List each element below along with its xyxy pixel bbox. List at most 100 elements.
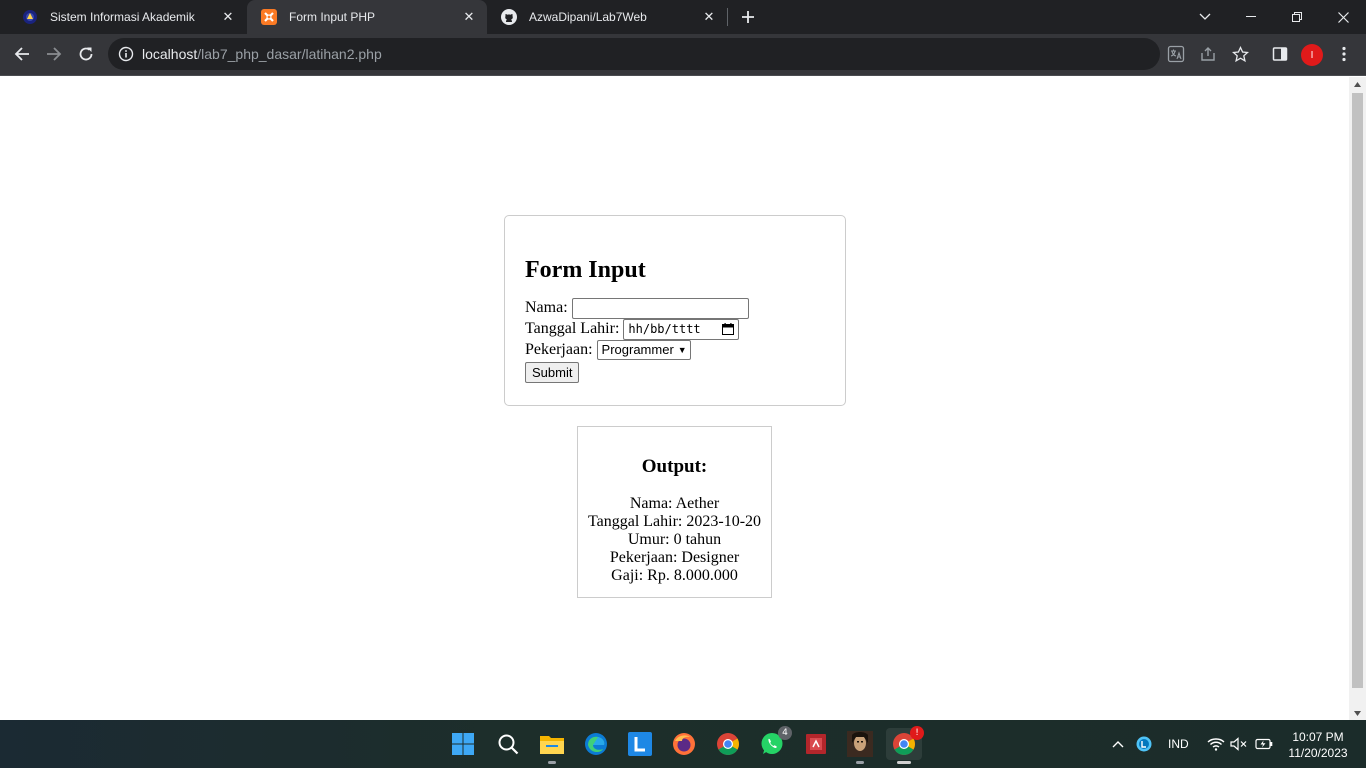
clock-date: 11/20/2023 xyxy=(1288,746,1348,760)
side-panel-icon xyxy=(1272,47,1288,61)
star-icon xyxy=(1231,45,1249,62)
running-indicator xyxy=(856,761,864,764)
share-icon xyxy=(1201,47,1215,61)
launcher-l-button[interactable] xyxy=(624,728,656,760)
pekerjaan-select[interactable]: Programmer ▼ xyxy=(596,340,691,360)
address-bar[interactable]: localhost/lab7_php_dasar/latihan2.php xyxy=(108,38,1160,70)
github-icon xyxy=(501,9,517,25)
tab-separator xyxy=(727,8,728,26)
speaker-muted-icon xyxy=(1230,737,1247,751)
new-tab-button[interactable] xyxy=(737,6,759,28)
bookmark-button[interactable] xyxy=(1228,42,1252,66)
pdf-reader-button[interactable] xyxy=(800,728,832,760)
close-icon xyxy=(1337,11,1349,23)
whatsapp-button[interactable]: 4 xyxy=(756,726,792,760)
language-indicator[interactable]: IND xyxy=(1168,720,1189,768)
output-container: Output: Nama: Aether Tanggal Lahir: 2023… xyxy=(577,426,772,598)
scrollbar-thumb[interactable] xyxy=(1352,93,1363,688)
restore-button[interactable] xyxy=(1274,0,1320,34)
chrome-badge: ! xyxy=(910,726,924,740)
nama-row: Nama: xyxy=(525,297,825,319)
active-indicator xyxy=(897,761,911,764)
translate-button[interactable] xyxy=(1164,42,1188,66)
page-viewport: Form Input Nama: Tanggal Lahir: hh/bb/tt… xyxy=(0,77,1349,720)
pekerjaan-label: Pekerjaan: xyxy=(525,341,593,358)
output-tanggal-lahir: Tanggal Lahir: 2023-10-20 xyxy=(587,513,762,530)
menu-button[interactable] xyxy=(1332,42,1356,66)
url-path: /lab7_php_dasar/latihan2.php xyxy=(197,46,382,62)
launcher-l-icon xyxy=(628,732,652,756)
submit-row: Submit xyxy=(525,361,825,383)
url-text: localhost/lab7_php_dasar/latihan2.php xyxy=(142,46,382,62)
taskbar: 4 ! IND 10:07 PM 11/20/2023 xyxy=(0,720,1366,768)
start-button[interactable] xyxy=(447,728,479,760)
tab-github-lab7web[interactable]: AzwaDipani/Lab7Web ✕ xyxy=(487,0,727,34)
chevron-down-icon xyxy=(1199,13,1211,20)
date-placeholder: hh/bb/tttt xyxy=(628,322,701,336)
search-icon xyxy=(498,734,519,755)
info-icon xyxy=(118,46,134,62)
windows-start-icon xyxy=(452,733,474,755)
firefox-icon xyxy=(673,733,695,755)
pekerjaan-selected-value: Programmer xyxy=(601,342,674,357)
output-pekerjaan: Pekerjaan: Designer xyxy=(609,549,740,566)
output-heading: Output: xyxy=(641,456,708,477)
restore-icon xyxy=(1292,12,1302,22)
system-clock[interactable]: 10:07 PM 11/20/2023 xyxy=(1282,729,1354,761)
share-button[interactable] xyxy=(1196,42,1220,66)
forward-button[interactable] xyxy=(39,39,69,69)
close-icon[interactable]: ✕ xyxy=(461,9,477,25)
file-explorer-button[interactable] xyxy=(536,728,568,764)
volume-button[interactable] xyxy=(1230,720,1248,768)
vertical-scrollbar[interactable] xyxy=(1349,77,1366,720)
close-icon[interactable]: ✕ xyxy=(701,9,717,25)
form-container: Form Input Nama: Tanggal Lahir: hh/bb/tt… xyxy=(504,215,846,406)
profile-avatar[interactable]: I xyxy=(1301,44,1323,66)
minimize-icon xyxy=(1246,16,1256,17)
clock-time: 10:07 PM xyxy=(1292,730,1344,744)
minimize-button[interactable] xyxy=(1228,0,1274,34)
wifi-button[interactable] xyxy=(1207,720,1225,768)
tab-form-input-php[interactable]: Form Input PHP ✕ xyxy=(247,0,487,34)
output-nama: Nama: Aether xyxy=(629,495,720,512)
chevron-up-icon xyxy=(1112,741,1124,748)
reload-button[interactable] xyxy=(71,39,101,69)
firefox-button[interactable] xyxy=(668,728,700,760)
game-icon xyxy=(847,731,873,757)
side-panel-button[interactable] xyxy=(1268,42,1292,66)
tab-search-button[interactable] xyxy=(1182,0,1228,34)
pekerjaan-row: Pekerjaan: Programmer ▼ xyxy=(525,340,825,360)
scroll-down-arrow-icon[interactable] xyxy=(1349,706,1366,720)
tab-title: Form Input PHP xyxy=(289,10,376,24)
close-window-button[interactable] xyxy=(1320,0,1366,34)
nama-input[interactable] xyxy=(571,297,749,319)
scroll-up-arrow-icon[interactable] xyxy=(1349,77,1366,91)
chrome-button[interactable] xyxy=(712,728,744,760)
folder-icon xyxy=(540,736,564,754)
tab-sistem-informasi[interactable]: Sistem Informasi Akademik ✕ xyxy=(8,0,246,34)
show-hidden-icons-button[interactable] xyxy=(1112,720,1124,768)
battery-button[interactable] xyxy=(1255,720,1273,768)
tab-strip: Sistem Informasi Akademik ✕ Form Input P… xyxy=(0,0,1366,34)
submit-button[interactable]: Submit xyxy=(525,362,580,383)
back-button[interactable] xyxy=(7,39,37,69)
reload-icon xyxy=(79,47,93,61)
output-gaji: Gaji: Rp. 8.000.000 xyxy=(611,567,738,584)
arrow-right-icon xyxy=(47,47,62,61)
game-button[interactable] xyxy=(844,728,876,764)
form-heading: Form Input xyxy=(525,257,646,283)
pdf-reader-icon xyxy=(806,734,826,754)
tanggal-lahir-input[interactable]: hh/bb/tttt xyxy=(623,318,740,340)
search-button[interactable] xyxy=(492,728,524,760)
chrome-active-button[interactable]: ! xyxy=(886,726,924,764)
university-logo-icon xyxy=(22,9,38,25)
arrow-left-icon xyxy=(14,47,29,61)
tanggal-row: Tanggal Lahir: hh/bb/tttt xyxy=(525,318,825,340)
close-icon[interactable]: ✕ xyxy=(220,9,236,25)
wifi-icon xyxy=(1207,738,1225,751)
chevron-down-icon: ▼ xyxy=(677,345,687,355)
tab-title: Sistem Informasi Akademik xyxy=(50,10,195,24)
edge-button[interactable] xyxy=(580,728,612,760)
tray-app-icon xyxy=(1136,736,1152,752)
tray-app-button[interactable] xyxy=(1136,720,1152,768)
